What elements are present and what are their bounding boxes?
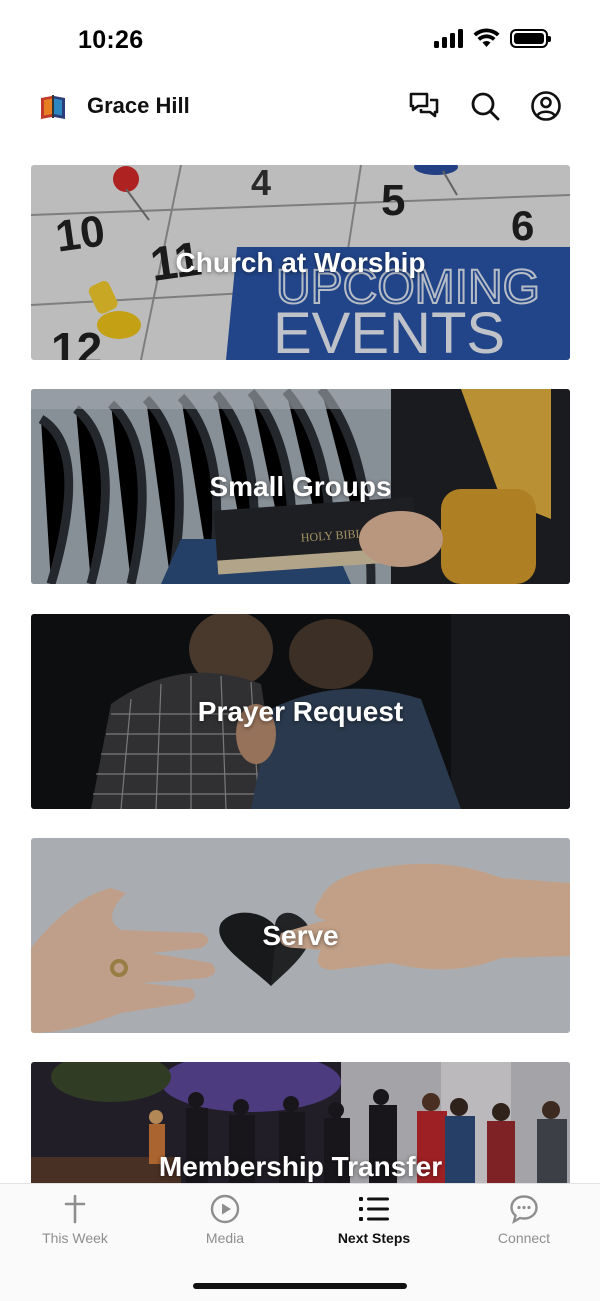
tab-next-steps[interactable]: Next Steps — [299, 1194, 449, 1254]
book-logo — [41, 95, 65, 119]
card-title: Small Groups — [209, 470, 392, 502]
tab-label: Media — [205, 1230, 245, 1246]
cross-icon — [64, 1194, 86, 1224]
search-icon[interactable] — [469, 90, 501, 122]
tab-media[interactable]: Media — [150, 1194, 300, 1254]
status-icons — [434, 28, 551, 48]
tab-label: Connect — [497, 1230, 551, 1246]
chat-bubbles-icon[interactable] — [408, 90, 440, 122]
tab-bar: This Week Media Next Steps Connect — [0, 1183, 600, 1301]
account-icon[interactable] — [530, 90, 562, 122]
card-church-at-worship[interactable]: 10 11 4 5 6 12 UPCOMING EVENTS Church at… — [31, 165, 570, 360]
tab-this-week[interactable]: This Week — [0, 1194, 150, 1254]
app-title: Grace Hill — [87, 93, 190, 118]
status-time: 10:26 — [78, 26, 144, 54]
card-prayer-request[interactable]: Prayer Request — [31, 614, 570, 809]
card-membership-transfer[interactable]: Membership Transfer — [31, 1062, 570, 1183]
app-header: Grace Hill — [0, 80, 600, 136]
cellular-signal-icon — [434, 28, 463, 48]
list-icon — [359, 1197, 389, 1221]
card-title: Membership Transfer — [158, 1151, 443, 1182]
tab-label: This Week — [42, 1230, 108, 1246]
card-title: Church at Worship — [175, 246, 426, 278]
tab-connect[interactable]: Connect — [449, 1194, 599, 1254]
battery-icon — [510, 28, 551, 48]
home-indicator[interactable] — [193, 1283, 407, 1289]
card-title: Prayer Request — [197, 695, 404, 727]
card-serve[interactable]: Serve — [31, 838, 570, 1033]
status-bar: 10:26 — [0, 0, 600, 80]
card-small-groups[interactable]: HOLY BIBLE Small Groups — [31, 389, 570, 584]
card-title: Serve — [262, 919, 339, 951]
wifi-icon — [473, 28, 500, 47]
play-icon — [210, 1194, 240, 1224]
tab-label: Next Steps — [337, 1230, 411, 1246]
chat-icon — [510, 1195, 538, 1224]
